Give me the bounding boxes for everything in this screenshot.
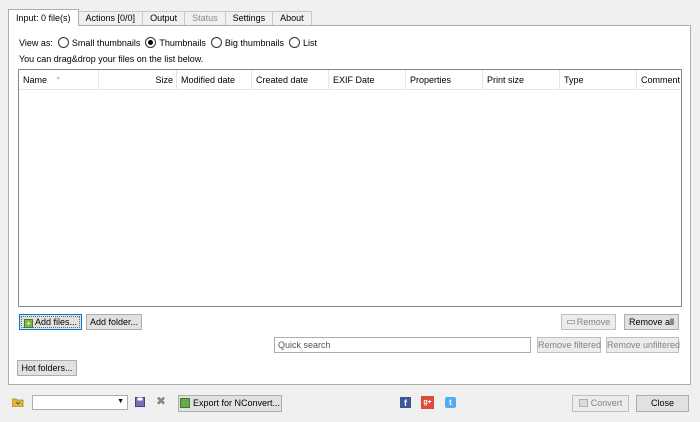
- twitter-icon[interactable]: t: [445, 397, 456, 408]
- folder-icon[interactable]: [11, 397, 24, 408]
- quick-search-input[interactable]: [274, 337, 531, 353]
- tab-status[interactable]: Status: [184, 11, 226, 26]
- column-header-properties[interactable]: Properties: [406, 70, 483, 90]
- drag-drop-hint: You can drag&drop your files on the list…: [19, 54, 204, 64]
- column-header-comment[interactable]: Comment: [637, 70, 681, 90]
- column-header-print-size[interactable]: Print size: [483, 70, 560, 90]
- list-header: Name ⌄ Size Modified date Created date E…: [19, 70, 681, 90]
- export-icon: [179, 398, 190, 408]
- radio-big-thumbnails[interactable]: Big thumbnails: [210, 37, 284, 48]
- radio-thumbnails[interactable]: Thumbnails: [145, 37, 206, 48]
- tab-bar: Input: 0 file(s) Actions [0/0] Output St…: [8, 9, 312, 26]
- radio-label: Big thumbnails: [224, 37, 284, 48]
- radio-label: List: [302, 37, 317, 48]
- column-header-size[interactable]: Size: [99, 70, 177, 90]
- tab-output[interactable]: Output: [142, 11, 186, 26]
- column-header-type[interactable]: Type: [560, 70, 637, 90]
- radio-label: Thumbnails: [159, 37, 206, 48]
- input-panel: View as: Small thumbnails Thumbnails Big…: [8, 25, 691, 385]
- radio-circle[interactable]: [288, 37, 300, 48]
- radio-circle[interactable]: [210, 37, 222, 48]
- export-nconvert-button[interactable]: Export for NConvert...: [178, 395, 282, 412]
- convert-button[interactable]: Convert: [572, 395, 629, 412]
- cross-icon[interactable]: ✖: [156, 395, 167, 407]
- column-header-exif-date[interactable]: EXIF Date: [329, 70, 406, 90]
- tab-settings[interactable]: Settings: [224, 11, 274, 26]
- radio-list[interactable]: List: [288, 37, 317, 48]
- view-as-group: View as: Small thumbnails Thumbnails Big…: [19, 37, 322, 48]
- plus-icon: +: [23, 319, 33, 328]
- facebook-icon[interactable]: f: [400, 397, 411, 408]
- preset-select[interactable]: ▼: [32, 395, 128, 410]
- hot-folders-button[interactable]: Hot folders...: [17, 360, 77, 376]
- remove-filtered-button[interactable]: Remove filtered: [537, 337, 601, 353]
- remove-button[interactable]: Remove: [561, 314, 616, 330]
- remove-all-button[interactable]: Remove all: [624, 314, 679, 330]
- tab-input[interactable]: Input: 0 file(s): [8, 9, 79, 26]
- remove-unfiltered-button[interactable]: Remove unfiltered: [606, 337, 680, 353]
- view-as-label: View as:: [19, 37, 53, 48]
- google-plus-icon[interactable]: g+: [421, 396, 434, 409]
- column-header-modified-date[interactable]: Modified date: [177, 70, 252, 90]
- radio-small-thumbnails[interactable]: Small thumbnails: [57, 37, 141, 48]
- add-folder-button[interactable]: Add folder...: [86, 314, 142, 330]
- remove-icon: [566, 320, 575, 324]
- tab-about[interactable]: About: [272, 11, 312, 26]
- add-files-button[interactable]: + Add files...: [19, 314, 82, 330]
- radio-label: Small thumbnails: [71, 37, 141, 48]
- radio-circle[interactable]: [57, 37, 69, 48]
- column-header-created-date[interactable]: Created date: [252, 70, 329, 90]
- sort-arrow-icon: ⌄: [55, 72, 62, 81]
- radio-circle[interactable]: [145, 37, 157, 48]
- convert-icon: [578, 399, 588, 407]
- bottom-toolbar: ▼ ✖ Export for NConvert... f g+ t Conver…: [0, 392, 700, 414]
- column-header-name[interactable]: Name ⌄: [19, 70, 99, 90]
- tab-actions[interactable]: Actions [0/0]: [77, 11, 144, 26]
- chevron-down-icon: ▼: [117, 398, 124, 405]
- close-button[interactable]: Close: [636, 395, 689, 412]
- floppy-icon[interactable]: [135, 397, 145, 407]
- file-list[interactable]: Name ⌄ Size Modified date Created date E…: [18, 69, 682, 307]
